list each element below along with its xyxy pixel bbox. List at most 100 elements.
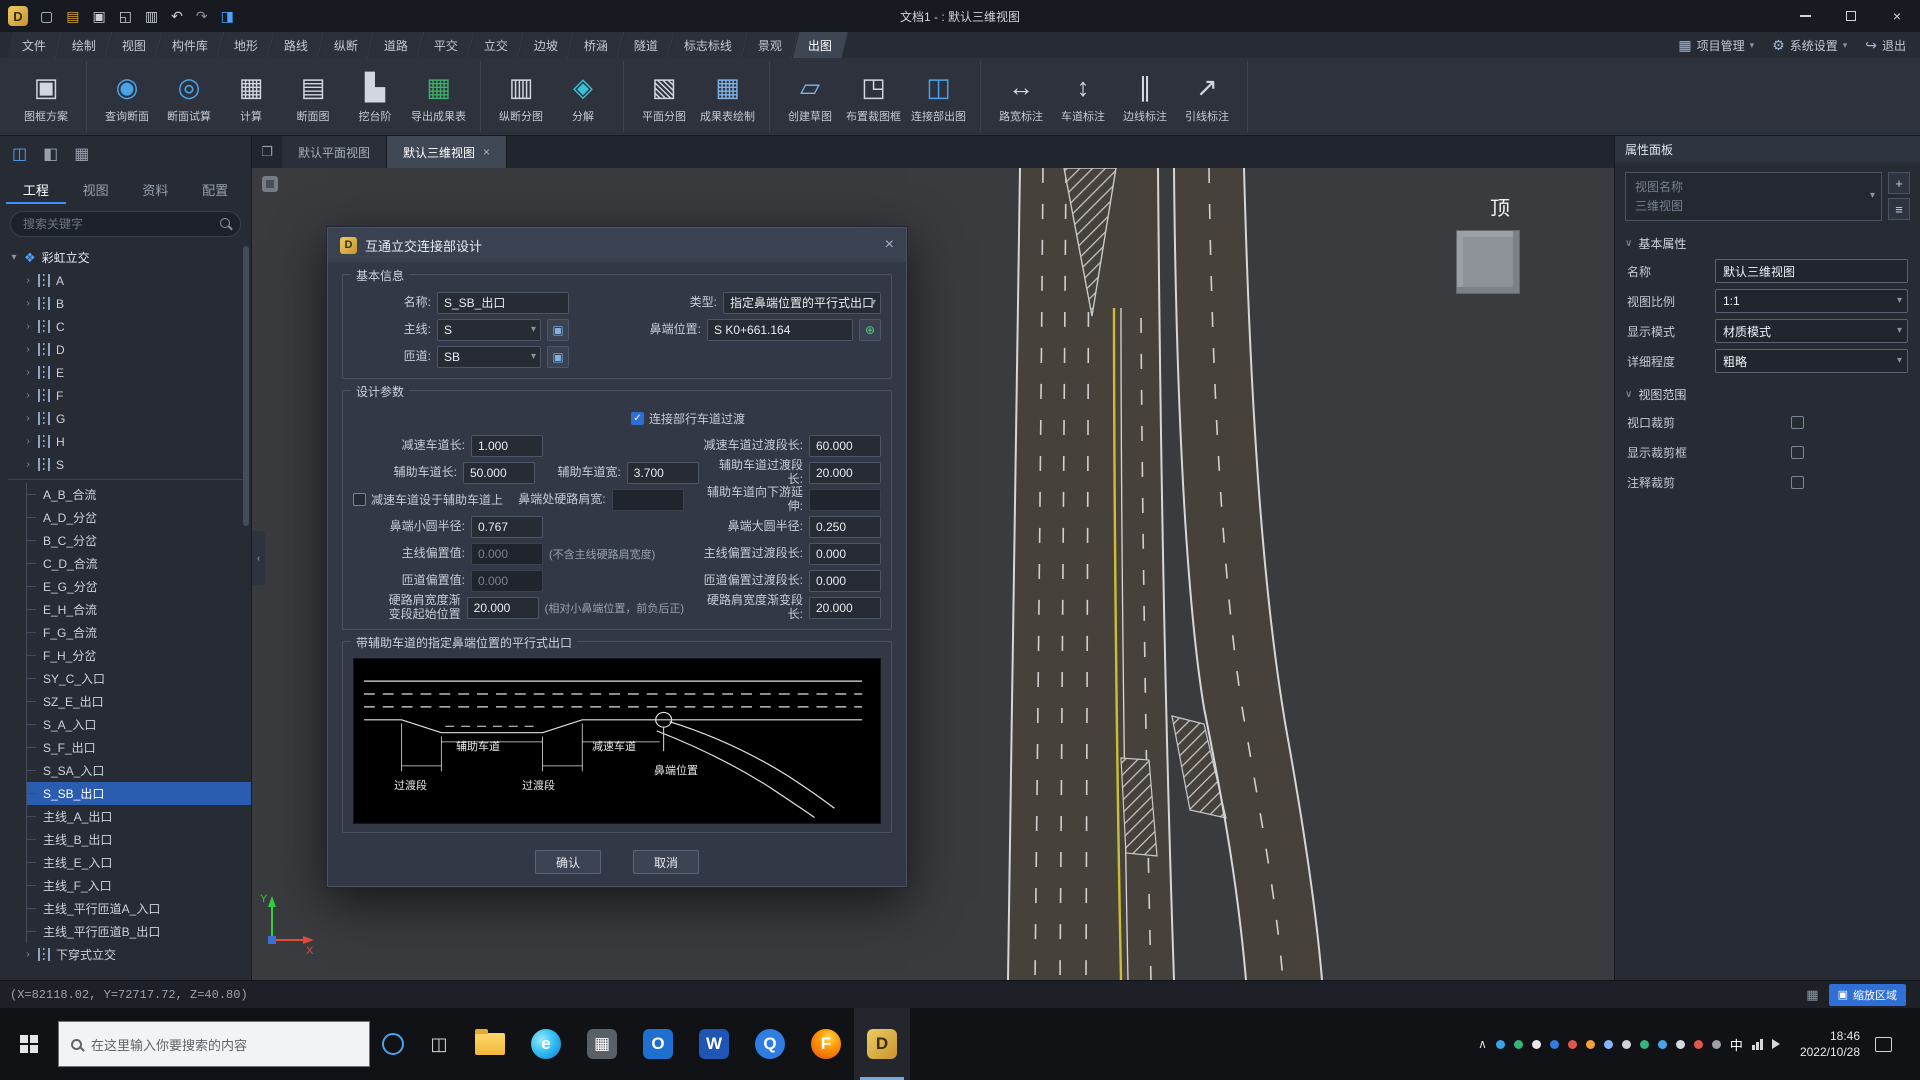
input-method-indicator[interactable]: 中	[1730, 1035, 1743, 1054]
tree-node[interactable]: ›G	[0, 407, 251, 430]
ribbon-tab[interactable]: 视图	[107, 32, 162, 58]
toolbar-button[interactable]: ▦成果表绘制	[695, 61, 760, 132]
ramp-select[interactable]: SB ▾	[437, 346, 541, 368]
tray-icon[interactable]	[1550, 1040, 1559, 1049]
tray-icon[interactable]	[1676, 1040, 1685, 1049]
param-input[interactable]	[627, 462, 699, 484]
connection-name-input[interactable]	[437, 292, 569, 314]
checkbox-icon[interactable]	[1791, 476, 1804, 489]
ribbon-tab[interactable]: 道路	[369, 32, 424, 58]
task-view-button[interactable]: ◫	[416, 1008, 462, 1080]
dialog-close-icon[interactable]: ×	[885, 236, 894, 254]
tray-icon[interactable]	[1604, 1040, 1613, 1049]
tree-item[interactable]: A_B_合流	[26, 483, 251, 506]
ribbon-tab[interactable]: 构件库	[157, 32, 224, 58]
taskbar-app-browser[interactable]: Q	[742, 1008, 798, 1080]
volume-icon[interactable]	[1772, 1039, 1785, 1049]
param-input[interactable]	[809, 516, 881, 538]
param-input[interactable]	[471, 435, 543, 457]
panel-grid-icon[interactable]: ▦	[74, 146, 89, 164]
tree-item[interactable]: S_SB_出口	[26, 782, 251, 805]
property-select[interactable]: 1:1▾	[1715, 289, 1908, 313]
tree-item[interactable]: 主线_F_入口	[26, 874, 251, 897]
minimize-button[interactable]	[1782, 0, 1828, 32]
tree-item[interactable]: E_H_合流	[26, 598, 251, 621]
toolbar-button[interactable]: ▥纵断分图	[490, 61, 552, 132]
toolbar-button[interactable]: ↕车道标注	[1052, 61, 1114, 132]
taskbar-app-file-explorer[interactable]	[462, 1008, 518, 1080]
maximize-button[interactable]	[1828, 0, 1874, 32]
toolbar-button[interactable]: ▣图框方案	[15, 61, 77, 132]
toolbar-button[interactable]: ◈分解	[552, 61, 614, 132]
ribbon-tab[interactable]: 出图	[793, 32, 848, 58]
tree-item[interactable]: S_F_出口	[26, 736, 251, 759]
ribbon-menu[interactable]: ▦项目管理▾	[1678, 37, 1754, 54]
param-input[interactable]	[809, 570, 881, 592]
tree-item[interactable]: B_C_分岔	[26, 529, 251, 552]
tree-item[interactable]: A_D_分岔	[26, 506, 251, 529]
tree-item[interactable]: S_SA_入口	[26, 759, 251, 782]
tree-node[interactable]: ›H	[0, 430, 251, 453]
sidebar-tab[interactable]: 资料	[126, 174, 186, 204]
tray-icon[interactable]	[1640, 1040, 1649, 1049]
tree-item[interactable]: 主线_平行匝道A_入口	[26, 897, 251, 920]
tray-icon[interactable]	[1514, 1040, 1523, 1049]
undo-icon[interactable]: ↶	[171, 9, 183, 23]
tray-icon[interactable]	[1658, 1040, 1667, 1049]
zoom-region-button[interactable]: ▣ 缩放区域	[1829, 984, 1906, 1006]
tree-item[interactable]: 主线_E_入口	[26, 851, 251, 874]
toolbar-button[interactable]: ▦计算	[220, 61, 282, 132]
taskbar-app-firefox[interactable]: F	[798, 1008, 854, 1080]
view-list-button[interactable]: ≡	[1888, 198, 1910, 220]
checkbox-icon[interactable]	[1791, 416, 1804, 429]
view-tab[interactable]: 默认平面视图	[282, 136, 387, 168]
ribbon-tab[interactable]: 文件	[7, 32, 62, 58]
taskbar-app-word[interactable]: W	[686, 1008, 742, 1080]
tree-item[interactable]: SY_C_入口	[26, 667, 251, 690]
new-file-icon[interactable]: ▢	[40, 9, 53, 23]
window-switch-icon[interactable]: ◨	[221, 9, 234, 23]
panel-columns-icon[interactable]: ◫	[12, 146, 27, 164]
toolbar-button[interactable]: ▱创建草图	[779, 61, 841, 132]
property-select[interactable]: 粗略▾	[1715, 349, 1908, 373]
view-window-icon[interactable]: ❐	[252, 136, 282, 168]
tree-node[interactable]: ›C	[0, 315, 251, 338]
property-select[interactable]: 材质模式▾	[1715, 319, 1908, 343]
view-tab[interactable]: 默认三维视图×	[387, 136, 507, 168]
tray-icon[interactable]	[1586, 1040, 1595, 1049]
pick-ramp-icon[interactable]: ▣	[547, 346, 569, 368]
tree-item[interactable]: F_H_分岔	[26, 644, 251, 667]
sidebar-tab[interactable]: 配置	[185, 174, 245, 204]
taskbar-app-notes-app[interactable]: ▦	[574, 1008, 630, 1080]
taskbar-clock[interactable]: 18:46 2022/10/28	[1800, 1028, 1860, 1060]
param-input[interactable]	[809, 462, 881, 484]
tree-item[interactable]: 主线_平行匝道B_出口	[26, 920, 251, 943]
ribbon-menu[interactable]: ⚙系统设置▾	[1772, 37, 1847, 54]
ribbon-tab[interactable]: 桥涵	[569, 32, 624, 58]
sidebar-scrollbar[interactable]	[243, 246, 249, 526]
tray-icon[interactable]	[1532, 1040, 1541, 1049]
tree-item[interactable]: 主线_A_出口	[26, 805, 251, 828]
tree-item[interactable]: S_A_入口	[26, 713, 251, 736]
notification-center-icon[interactable]	[1875, 1037, 1892, 1052]
toolbar-button[interactable]: ∥边线标注	[1114, 61, 1176, 132]
tree-node[interactable]: ›F	[0, 384, 251, 407]
tree-node[interactable]: ›B	[0, 292, 251, 315]
ribbon-tab[interactable]: 绘制	[57, 32, 112, 58]
print-icon[interactable]: ▥	[145, 9, 158, 23]
tree-node[interactable]: ›E	[0, 361, 251, 384]
toolbar-button[interactable]: ▧平面分图	[633, 61, 695, 132]
ribbon-tab[interactable]: 隧道	[619, 32, 674, 58]
grid-icon[interactable]: ▦	[1806, 987, 1818, 1003]
tree-node[interactable]: ›S	[0, 453, 251, 476]
tree-node[interactable]: ›A	[0, 269, 251, 292]
param-input[interactable]	[809, 543, 881, 565]
tray-icon[interactable]	[1694, 1040, 1703, 1049]
sidebar-collapse-icon[interactable]: ‹	[252, 531, 265, 585]
view-selector[interactable]: 视图名称 三维视图 ▾	[1625, 172, 1882, 221]
save-icon[interactable]: ▣	[92, 9, 105, 23]
taskbar-app-outlook[interactable]: O	[630, 1008, 686, 1080]
tree-node[interactable]: ›下穿式立交	[0, 943, 251, 966]
tray-expand-icon[interactable]: ∧	[1478, 1037, 1487, 1051]
tree-root-node[interactable]: ▾❖彩虹立交	[0, 246, 251, 269]
